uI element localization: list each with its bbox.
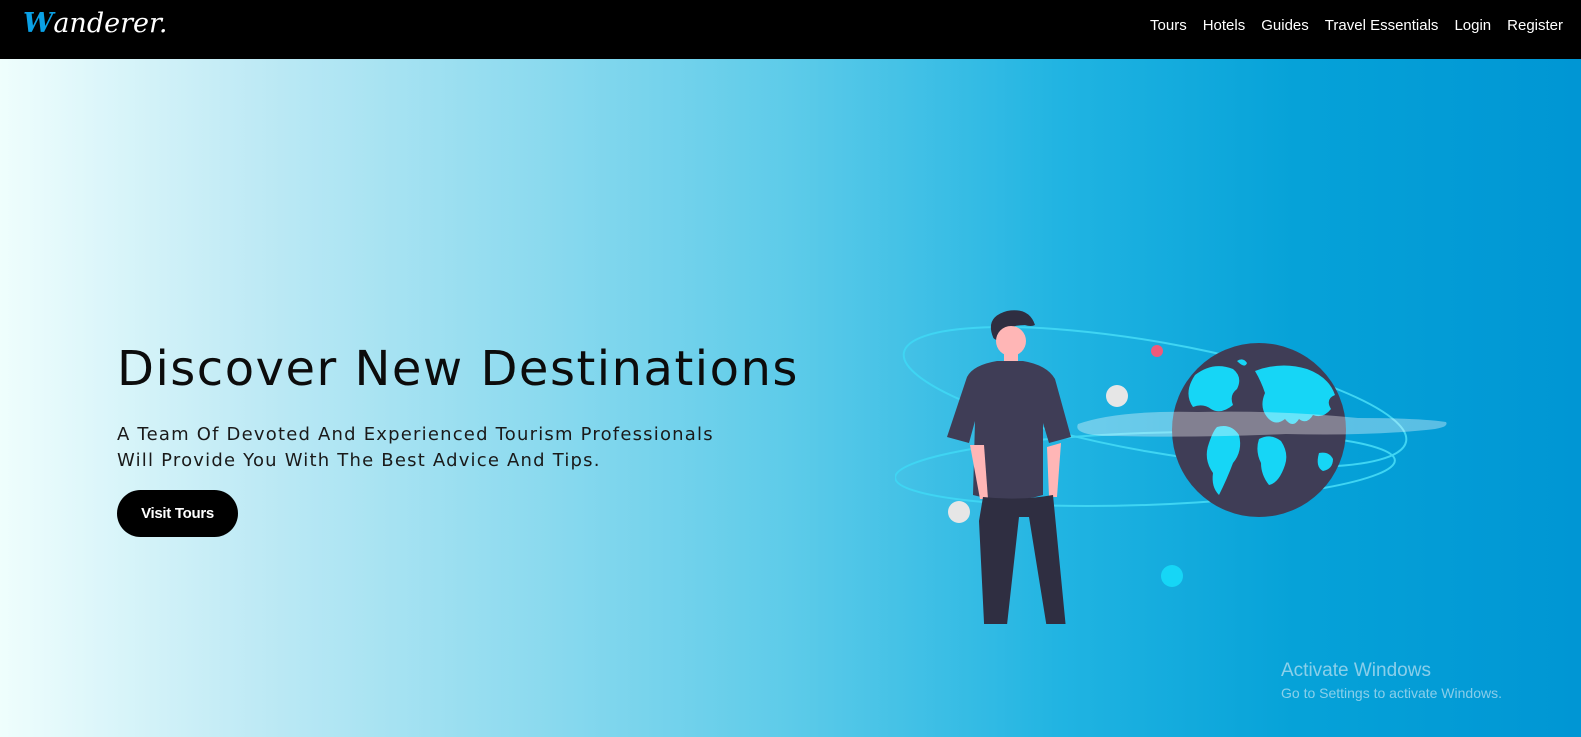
nav-link-guides[interactable]: Guides — [1261, 17, 1309, 34]
watermark-title: Activate Windows — [1281, 660, 1431, 681]
traveler-globe-illustration — [895, 310, 1447, 624]
hero-description: A Team Of Devoted And Experienced Touris… — [117, 422, 714, 474]
nav-link-hotels[interactable]: Hotels — [1203, 17, 1246, 34]
activate-windows-watermark: Activate Windows Go to Settings to activ… — [1281, 660, 1502, 702]
hero-description-line-2: Will Provide You With The Best Advice An… — [117, 450, 601, 471]
hero-description-line-1: A Team Of Devoted And Experienced Touris… — [117, 424, 714, 445]
nav-link-tours[interactable]: Tours — [1150, 17, 1187, 34]
dot-grey-1 — [1106, 385, 1128, 407]
nav-link-login[interactable]: Login — [1454, 17, 1491, 34]
top-navbar: Wanderer. Tours Hotels Guides Travel Ess… — [0, 0, 1581, 59]
hero-title: Discover New Destinations — [117, 341, 799, 397]
hero-section: Discover New Destinations A Team Of Devo… — [0, 59, 1581, 737]
visit-tours-button[interactable]: Visit Tours — [117, 490, 238, 537]
dot-grey-2 — [948, 501, 970, 523]
nav-menu: Tours Hotels Guides Travel Essentials Lo… — [1150, 17, 1563, 34]
watermark-subtitle: Go to Settings to activate Windows. — [1281, 685, 1502, 701]
nav-link-register[interactable]: Register — [1507, 17, 1563, 34]
dot-pink — [1151, 345, 1163, 357]
brand-logo[interactable]: Wanderer. — [23, 8, 168, 39]
dot-cyan — [1161, 565, 1183, 587]
person-icon — [947, 310, 1071, 624]
logo-text: anderer. — [53, 8, 168, 39]
cloud-icon — [1077, 411, 1447, 437]
logo-initial: W — [23, 8, 54, 39]
nav-link-travel-essentials[interactable]: Travel Essentials — [1325, 17, 1439, 34]
